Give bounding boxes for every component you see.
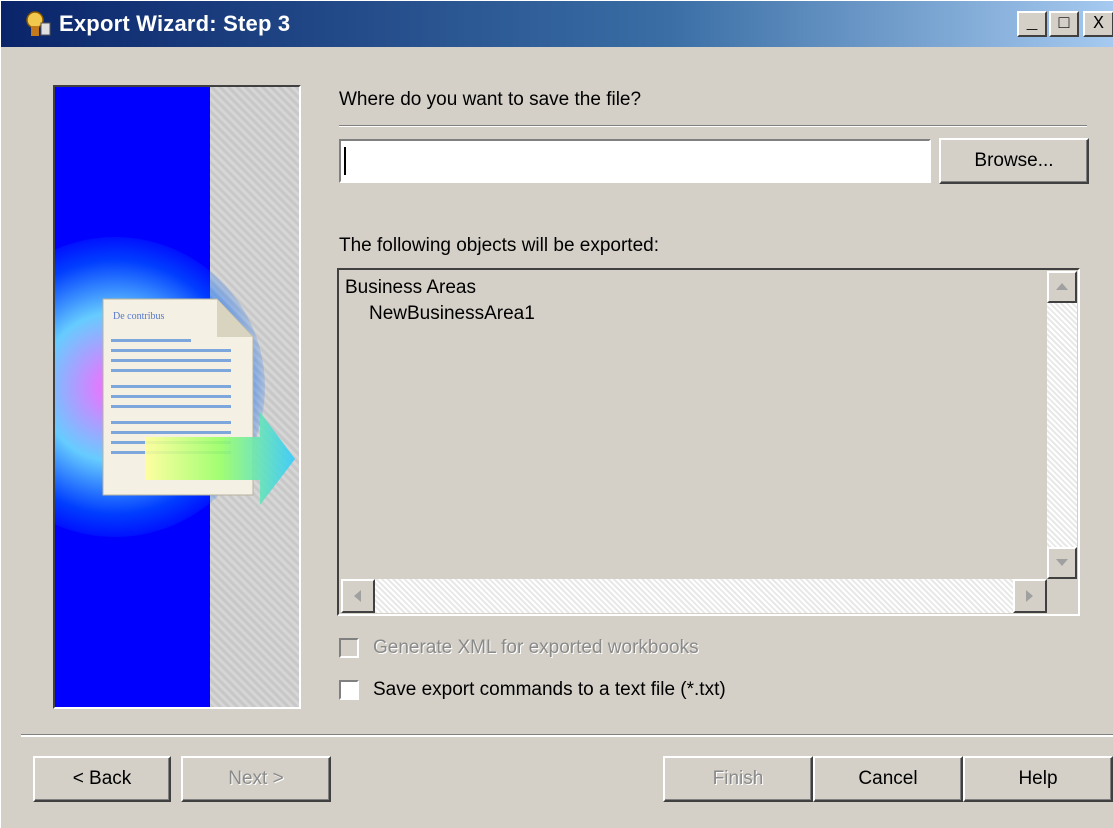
help-button[interactable]: Help (963, 756, 1113, 802)
title-bar[interactable]: Export Wizard: Step 3 _ □ X (1, 1, 1113, 47)
scroll-down-button[interactable] (1047, 547, 1077, 579)
arrow-right-icon (1026, 590, 1033, 602)
scroll-corner (1047, 579, 1077, 613)
generate-xml-checkbox (339, 638, 359, 658)
arrow-left-icon (354, 590, 361, 602)
minimize-button[interactable]: _ (1017, 11, 1047, 37)
scroll-up-button[interactable] (1047, 271, 1077, 303)
horizontal-scrollbar-track[interactable] (341, 579, 1047, 613)
save-location-prompt: Where do you want to save the file? (339, 89, 642, 110)
finish-button[interactable]: Finish (663, 756, 813, 802)
next-button[interactable]: Next > (181, 756, 331, 802)
save-commands-option[interactable]: Save export commands to a text file (*.t… (339, 679, 726, 701)
scroll-right-button[interactable] (1013, 579, 1047, 613)
generate-xml-option: Generate XML for exported workbooks (339, 637, 699, 659)
arrow-down-icon (1056, 559, 1068, 566)
save-commands-label[interactable]: Save export commands to a text file (*.t… (373, 679, 726, 701)
document-export-icon: De contribus (102, 298, 295, 505)
scroll-left-button[interactable] (341, 579, 375, 613)
header-separator (339, 125, 1087, 127)
export-wizard-window: Export Wizard: Step 3 _ □ X De contribus (0, 0, 1113, 828)
save-commands-checkbox[interactable] (339, 680, 359, 700)
objects-label: The following objects will be exported: (339, 235, 660, 256)
wizard-banner-image: De contribus (53, 85, 301, 709)
text-caret (344, 147, 346, 175)
browse-button[interactable]: Browse... (939, 138, 1089, 184)
window-title: Export Wizard: Step 3 (59, 11, 291, 36)
maximize-button[interactable]: □ (1049, 11, 1079, 37)
list-item[interactable]: NewBusinessArea1 (369, 303, 535, 325)
save-path-input[interactable] (339, 139, 931, 183)
cancel-button[interactable]: Cancel (813, 756, 963, 802)
close-button[interactable]: X (1083, 11, 1113, 37)
vertical-scrollbar-track[interactable] (1047, 271, 1077, 579)
arrow-up-icon (1056, 283, 1068, 290)
list-item[interactable]: Business Areas (345, 277, 476, 299)
back-button[interactable]: < Back (33, 756, 171, 802)
export-objects-list[interactable]: Business Areas NewBusinessArea1 (337, 268, 1080, 616)
generate-xml-label: Generate XML for exported workbooks (373, 637, 699, 658)
svg-text:De contribus: De contribus (113, 311, 164, 322)
wizard-app-icon (26, 11, 51, 36)
